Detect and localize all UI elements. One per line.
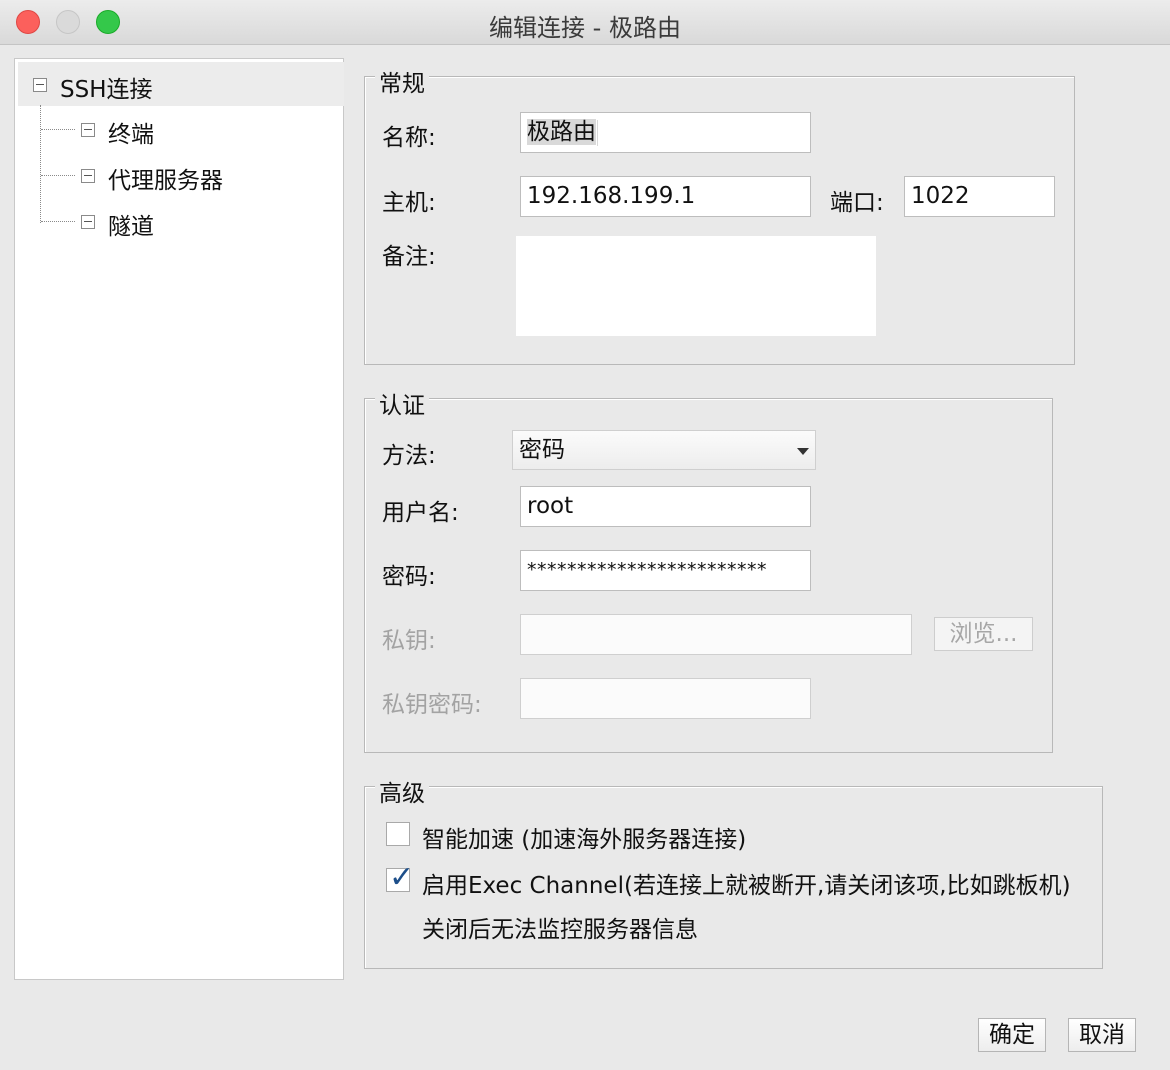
key-password-input[interactable] bbox=[520, 678, 811, 719]
note-textarea[interactable] bbox=[516, 236, 876, 336]
smart-accel-label: 智能加速 (加速海外服务器连接) bbox=[422, 827, 747, 853]
cancel-button[interactable]: 取消 bbox=[1068, 1018, 1136, 1052]
text-caret bbox=[597, 119, 598, 146]
name-input[interactable]: 极路由 bbox=[520, 112, 811, 153]
tree-item-ssh[interactable]: SSH连接 bbox=[18, 62, 344, 106]
tree-item-label: 隧道 bbox=[108, 214, 154, 240]
tree-item-terminal[interactable]: 终端 bbox=[15, 107, 343, 151]
host-label: 主机: bbox=[382, 190, 436, 216]
name-label: 名称: bbox=[382, 125, 436, 151]
port-label: 端口: bbox=[830, 190, 884, 216]
advanced-legend: 高级 bbox=[375, 774, 429, 808]
username-label: 用户名: bbox=[382, 500, 459, 526]
collapse-icon[interactable] bbox=[33, 78, 47, 92]
smart-accel-checkbox[interactable] bbox=[386, 822, 410, 846]
exec-channel-note: 关闭后无法监控服务器信息 bbox=[422, 917, 698, 943]
collapse-icon[interactable] bbox=[81, 169, 95, 183]
note-label: 备注: bbox=[382, 244, 436, 270]
tree-item-label: SSH连接 bbox=[60, 77, 153, 103]
dropdown-arrow-icon bbox=[797, 448, 809, 455]
browse-button[interactable]: 浏览... bbox=[934, 617, 1033, 651]
host-input[interactable]: 192.168.199.1 bbox=[520, 176, 811, 217]
private-key-label: 私钥: bbox=[382, 628, 436, 654]
tree-item-label: 代理服务器 bbox=[108, 168, 223, 194]
checkmark-icon: ✓ bbox=[389, 860, 415, 895]
ok-button[interactable]: 确定 bbox=[978, 1018, 1046, 1052]
tree-item-label: 终端 bbox=[108, 122, 154, 148]
password-input[interactable]: ************************ bbox=[520, 550, 811, 591]
username-input[interactable]: root bbox=[520, 486, 811, 527]
name-value: 极路由 bbox=[527, 119, 596, 145]
method-select[interactable]: 密码 bbox=[512, 430, 816, 470]
window-title: 编辑连接 - 极路由 bbox=[489, 14, 681, 42]
tree-item-tunnel[interactable]: 隧道 bbox=[15, 199, 343, 243]
tree-item-proxy[interactable]: 代理服务器 bbox=[15, 153, 343, 197]
title-bar: 编辑连接 - 极路由 bbox=[0, 0, 1170, 45]
settings-tree: SSH连接 终端 代理服务器 隧道 bbox=[14, 58, 344, 980]
auth-legend: 认证 bbox=[375, 386, 429, 420]
key-password-label: 私钥密码: bbox=[382, 692, 482, 718]
exec-channel-checkbox[interactable]: ✓ bbox=[386, 863, 414, 893]
port-input[interactable]: 1022 bbox=[904, 176, 1055, 217]
exec-channel-label: 启用Exec Channel(若连接上就被断开,请关闭该项,比如跳板机) bbox=[422, 873, 1071, 899]
password-label: 密码: bbox=[382, 564, 436, 590]
method-value: 密码 bbox=[519, 437, 565, 463]
general-legend: 常规 bbox=[375, 64, 429, 98]
method-label: 方法: bbox=[382, 443, 436, 469]
private-key-input[interactable] bbox=[520, 614, 912, 655]
collapse-icon[interactable] bbox=[81, 215, 95, 229]
collapse-icon[interactable] bbox=[81, 123, 95, 137]
